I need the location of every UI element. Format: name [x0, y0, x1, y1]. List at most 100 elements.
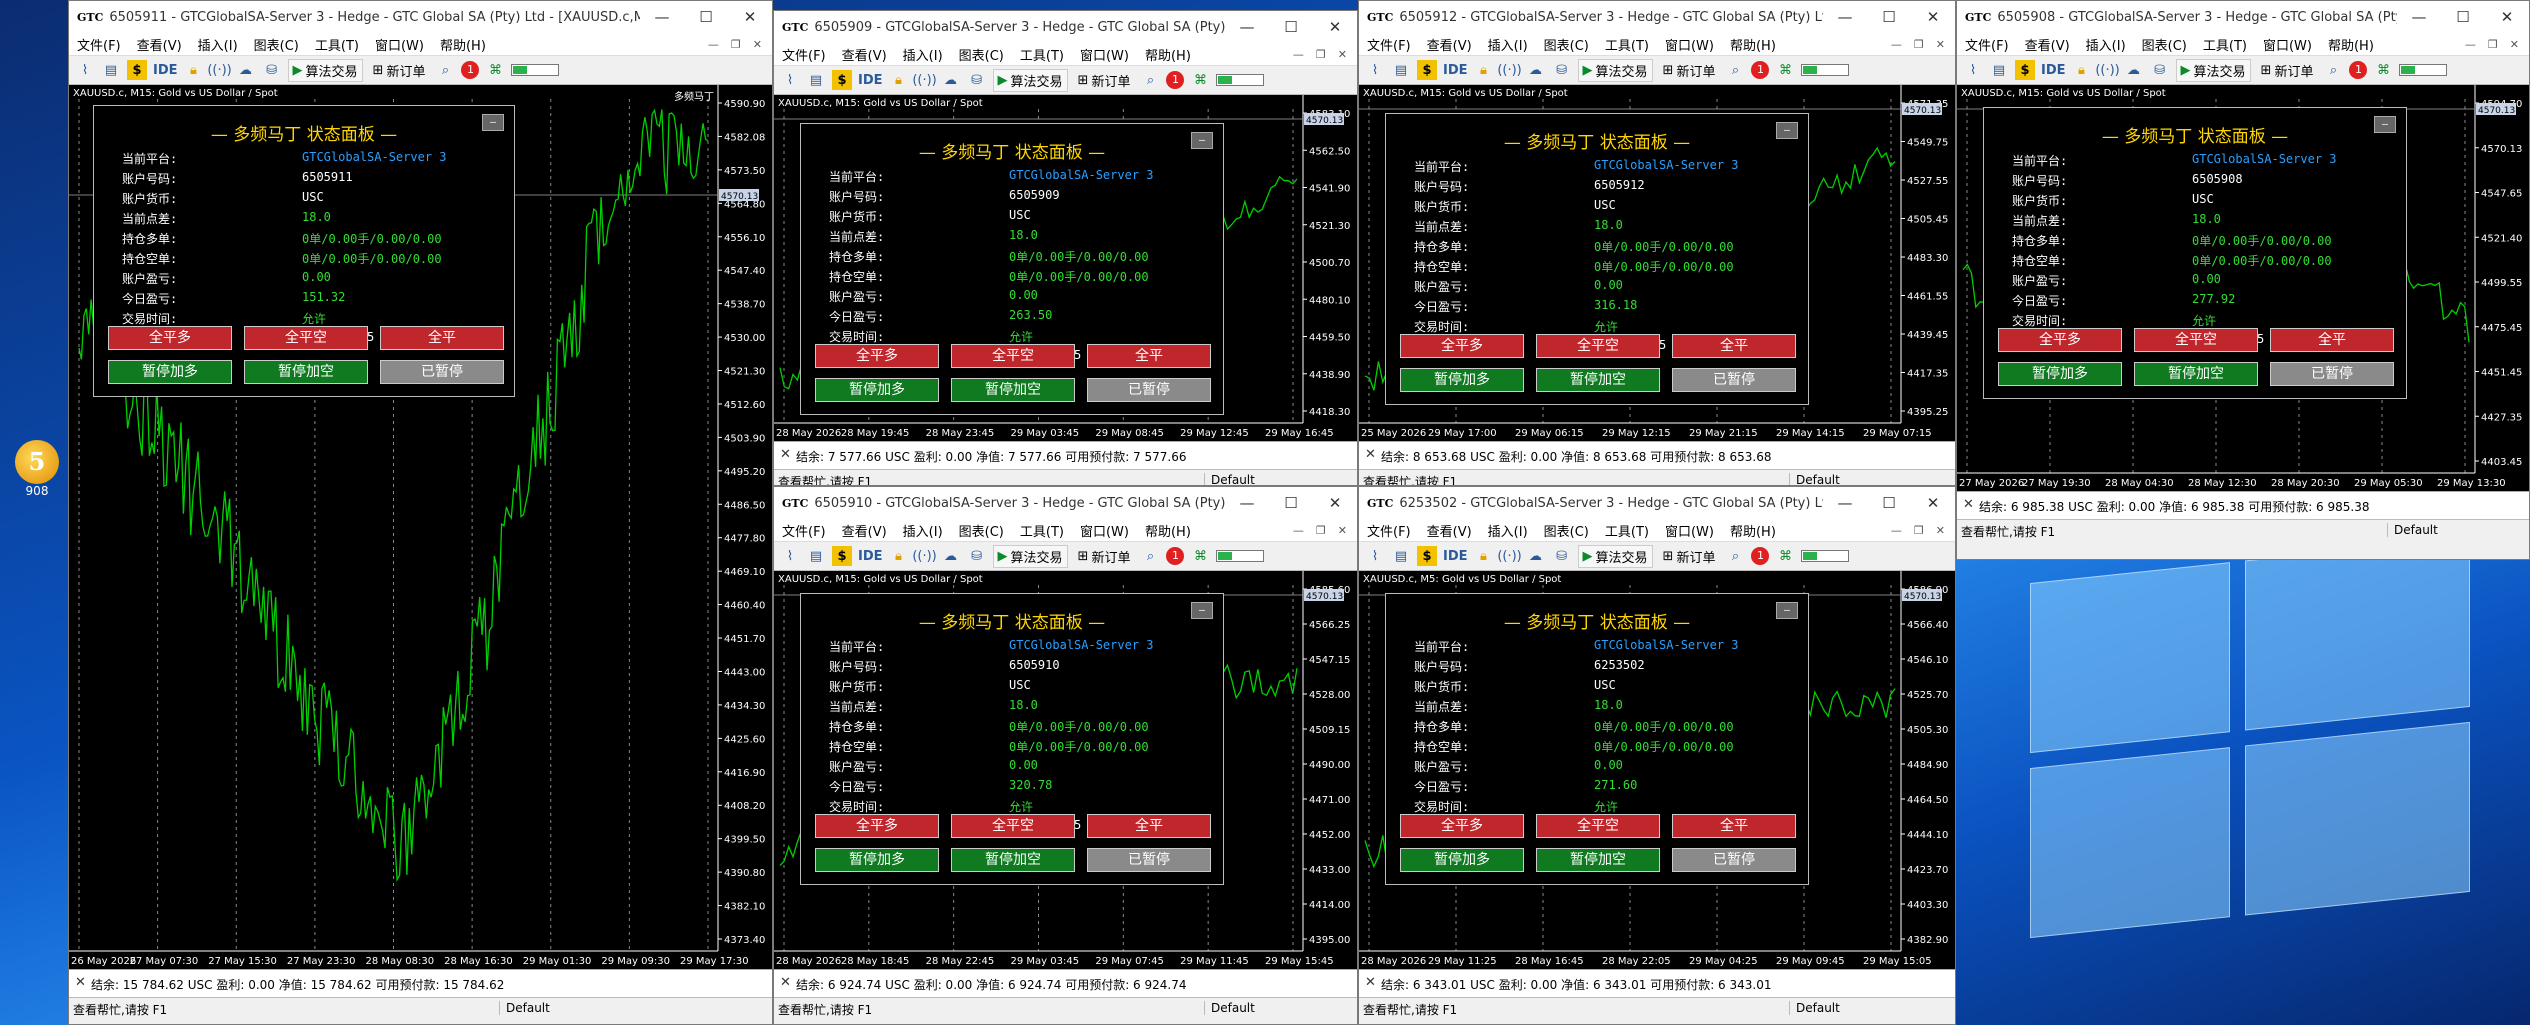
pause-buy-button[interactable]: 暂停加多 [1400, 848, 1524, 872]
close-icon[interactable]: ✕ [1911, 8, 1955, 26]
minimize-icon[interactable]: — [1823, 8, 1867, 26]
minimize-icon[interactable]: — [1823, 494, 1867, 512]
window-titlebar[interactable]: GTC 6253502 - GTCGlobalSA-Server 3 - Hedg… [1359, 487, 1955, 519]
close-icon[interactable]: ✕ [1911, 494, 1955, 512]
algo-trading-button[interactable]: ▶ 算法交易 [992, 68, 1068, 92]
signal-icon[interactable]: ((·)) [912, 70, 936, 90]
menu-item[interactable]: 插入(I) [198, 35, 238, 54]
pause-sell-button[interactable]: 暂停加空 [951, 378, 1075, 402]
cloud-icon[interactable]: ☁ [1526, 60, 1546, 80]
mdi-close-icon[interactable]: ✕ [1936, 38, 1945, 51]
mdi-minimize-icon[interactable]: — [1293, 524, 1304, 537]
close-sell-button[interactable]: 全平空 [1536, 814, 1660, 838]
menu-item[interactable]: 图表(C) [1544, 521, 1589, 540]
panel-minimize-button[interactable]: — [1776, 122, 1798, 139]
menu-item[interactable]: 查看(V) [842, 521, 887, 540]
desktop-shortcut-mt5[interactable]: 5 908 [12, 440, 62, 498]
maximize-icon[interactable]: ☐ [2441, 8, 2485, 26]
pause-buy-button[interactable]: 暂停加多 [1998, 362, 2122, 386]
mdi-restore-icon[interactable]: ❐ [2488, 38, 2498, 51]
templates-icon[interactable]: ▤ [1391, 546, 1411, 566]
cloud-icon[interactable]: ☁ [941, 546, 961, 566]
price-chart[interactable]: 27 May 2026 27 May 19:30 28 May 04:30 28 Ma… [1957, 85, 2529, 491]
templates-icon[interactable]: ▤ [806, 546, 826, 566]
mt5-terminal-window[interactable]: GTC 6505911 - GTCGlobalSA-Server 3 - Hedg… [68, 0, 773, 1025]
paused-button[interactable]: 已暂停 [1672, 368, 1796, 392]
menu-item[interactable]: 文件(F) [1367, 35, 1411, 54]
menu-item[interactable]: 帮助(H) [1145, 45, 1191, 64]
mdi-close-icon[interactable]: ✕ [1338, 524, 1347, 537]
vps-icon[interactable]: ⛁ [967, 546, 987, 566]
menu-item[interactable]: 帮助(H) [1730, 521, 1776, 540]
mdi-restore-icon[interactable]: ❐ [731, 38, 741, 51]
menu-item[interactable]: 插入(I) [903, 45, 943, 64]
algo-trading-button[interactable]: ▶ 算法交易 [287, 58, 363, 82]
ide-button[interactable]: IDE [1443, 549, 1468, 564]
signal-icon[interactable]: ((·)) [2095, 60, 2119, 80]
close-sell-button[interactable]: 全平空 [951, 814, 1075, 838]
close-all-button[interactable]: 全平 [1087, 814, 1211, 838]
notification-badge[interactable]: 1 [461, 61, 480, 79]
menu-item[interactable]: 窗口(W) [1665, 35, 1714, 54]
close-sell-button[interactable]: 全平空 [951, 344, 1075, 368]
toolbox-close-icon[interactable]: ✕ [75, 975, 86, 990]
close-buy-button[interactable]: 全平多 [815, 344, 939, 368]
menu-item[interactable]: 窗口(W) [1665, 521, 1714, 540]
new-order-button[interactable]: ⊞ 新订单 [1659, 60, 1720, 81]
close-icon[interactable]: ✕ [2485, 8, 2529, 26]
notification-badge[interactable]: 1 [1166, 71, 1185, 89]
close-buy-button[interactable]: 全平多 [108, 326, 232, 350]
window-titlebar[interactable]: GTC 6505910 - GTCGlobalSA-Server 3 - Hedg… [774, 487, 1357, 519]
minimize-icon[interactable]: — [640, 8, 684, 26]
close-buy-button[interactable]: 全平多 [1400, 814, 1524, 838]
menu-item[interactable]: 窗口(W) [1080, 45, 1129, 64]
paused-button[interactable]: 已暂停 [1087, 848, 1211, 872]
pause-sell-button[interactable]: 暂停加空 [1536, 848, 1660, 872]
notification-badge[interactable]: 1 [1751, 547, 1770, 565]
mdi-minimize-icon[interactable]: — [1293, 48, 1304, 61]
toolbox-close-icon[interactable]: ✕ [780, 447, 791, 462]
mdi-restore-icon[interactable]: ❐ [1914, 38, 1924, 51]
panel-minimize-button[interactable]: — [482, 114, 504, 131]
mdi-restore-icon[interactable]: ❐ [1316, 524, 1326, 537]
close-buy-button[interactable]: 全平多 [1998, 328, 2122, 352]
price-chart[interactable]: 26 May 2026 27 May 07:30 27 May 15:30 27 Ma… [69, 85, 772, 969]
mdi-restore-icon[interactable]: ❐ [1914, 524, 1924, 537]
menu-item[interactable]: 文件(F) [782, 521, 826, 540]
menu-item[interactable]: 工具(T) [1020, 45, 1064, 64]
menu-item[interactable]: 查看(V) [842, 45, 887, 64]
maximize-icon[interactable]: ☐ [1269, 18, 1313, 36]
signal-icon[interactable]: ((·)) [1497, 546, 1521, 566]
menu-item[interactable]: 查看(V) [137, 35, 182, 54]
maximize-icon[interactable]: ☐ [684, 8, 728, 26]
menu-item[interactable]: 帮助(H) [1730, 35, 1776, 54]
signal-icon[interactable]: ((·)) [912, 546, 936, 566]
pause-sell-button[interactable]: 暂停加空 [244, 360, 368, 384]
dollar-icon[interactable]: $ [832, 70, 852, 90]
menu-item[interactable]: 帮助(H) [1145, 521, 1191, 540]
window-titlebar[interactable]: GTC 6505909 - GTCGlobalSA-Server 3 - Hedg… [774, 11, 1357, 43]
pause-buy-button[interactable]: 暂停加多 [815, 848, 939, 872]
cloud-icon[interactable]: ☁ [2124, 60, 2144, 80]
menu-item[interactable]: 帮助(H) [2328, 35, 2374, 54]
dollar-icon[interactable]: $ [1417, 546, 1437, 566]
menu-item[interactable]: 工具(T) [1605, 521, 1649, 540]
lock-icon[interactable]: 🔒︎ [889, 70, 909, 90]
window-titlebar[interactable]: GTC 6505912 - GTCGlobalSA-Server 3 - Hedg… [1359, 1, 1955, 33]
lock-icon[interactable]: 🔒︎ [1474, 60, 1494, 80]
new-order-button[interactable]: ⊞ 新订单 [1074, 70, 1135, 91]
paused-button[interactable]: 已暂停 [2270, 362, 2394, 386]
mdi-minimize-icon[interactable]: — [2465, 38, 2476, 51]
menu-item[interactable]: 工具(T) [1020, 521, 1064, 540]
chart-type-icon[interactable]: ⌇ [1963, 60, 1983, 80]
ide-button[interactable]: IDE [2041, 63, 2066, 78]
pause-buy-button[interactable]: 暂停加多 [108, 360, 232, 384]
cloud-icon[interactable]: ☁ [1526, 546, 1546, 566]
menu-item[interactable]: 图表(C) [254, 35, 299, 54]
ide-button[interactable]: IDE [153, 63, 178, 78]
maximize-icon[interactable]: ☐ [1867, 494, 1911, 512]
close-sell-button[interactable]: 全平空 [1536, 334, 1660, 358]
chart-type-icon[interactable]: ⌇ [75, 60, 95, 80]
close-all-button[interactable]: 全平 [2270, 328, 2394, 352]
mdi-close-icon[interactable]: ✕ [753, 38, 762, 51]
